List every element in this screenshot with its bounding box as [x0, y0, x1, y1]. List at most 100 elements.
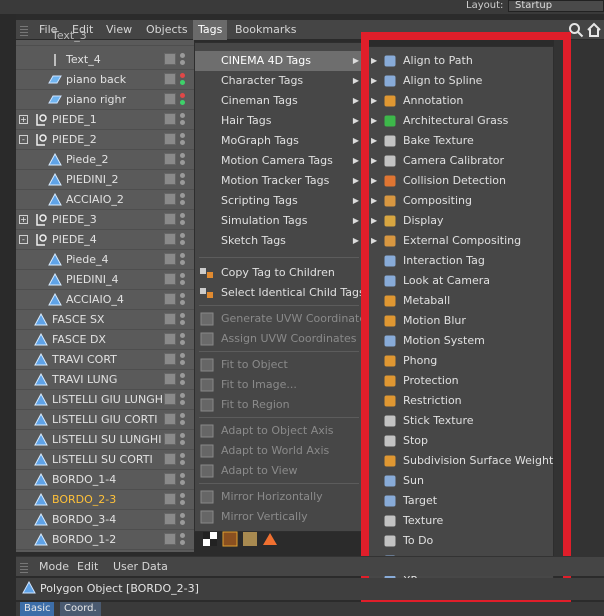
expand-toggle[interactable]: +	[19, 215, 28, 224]
layer-box[interactable]	[164, 293, 176, 305]
object-row[interactable]: BORDO_2-3	[16, 490, 194, 510]
visibility-dots[interactable]	[180, 433, 186, 447]
object-row[interactable]: ACCIAIO_2	[16, 190, 194, 210]
layer-box[interactable]	[164, 493, 176, 505]
menu-item-hair-tags[interactable]: Hair Tags ▶	[195, 111, 363, 131]
layer-box[interactable]	[164, 193, 176, 205]
menu-item-adapt-object-axis[interactable]: Adapt to Object Axis	[195, 421, 363, 441]
menu-item-mirror-vertically[interactable]: Mirror Vertically	[195, 507, 363, 527]
layer-box[interactable]	[164, 213, 176, 225]
menu-item-motion-camera-tags[interactable]: Motion Camera Tags ▶	[195, 151, 363, 171]
object-row[interactable]: PIEDINI_4	[16, 270, 194, 290]
visibility-dots[interactable]	[180, 473, 186, 487]
visibility-dots[interactable]	[180, 313, 186, 327]
layer-box[interactable]	[164, 153, 176, 165]
layer-box[interactable]	[164, 93, 176, 105]
layer-box[interactable]	[164, 413, 176, 425]
object-row[interactable]: TRAVI CORT	[16, 350, 194, 370]
visibility-dots[interactable]	[180, 193, 186, 207]
object-row[interactable]: ACCIAIO_4	[16, 290, 194, 310]
object-row[interactable]: TRAVI LUNG	[16, 370, 194, 390]
object-row[interactable]: piano back	[16, 70, 194, 90]
object-row[interactable]: + PIEDE_3	[16, 210, 194, 230]
warning-tag-icon[interactable]	[262, 531, 278, 547]
menu-item-character-tags[interactable]: Character Tags ▶	[195, 71, 363, 91]
menu-item-adapt-world-axis[interactable]: Adapt to World Axis	[195, 441, 363, 461]
visibility-dots[interactable]	[180, 513, 186, 527]
visibility-dots[interactable]	[180, 133, 186, 147]
tab-basic[interactable]: Basic	[20, 602, 55, 616]
menu-edit[interactable]: Edit	[72, 557, 103, 577]
visibility-dots[interactable]	[180, 93, 186, 107]
visibility-dots[interactable]	[180, 213, 186, 227]
menu-item-scripting-tags[interactable]: Scripting Tags ▶	[195, 191, 363, 211]
layer-box[interactable]	[164, 233, 176, 245]
object-row[interactable]: + PIEDE_1	[16, 110, 194, 130]
object-row[interactable]: Text_4	[16, 50, 194, 70]
object-row[interactable]: Piede_2	[16, 150, 194, 170]
menu-user-data[interactable]: User Data	[108, 557, 173, 577]
phong-tag-icon[interactable]	[202, 531, 218, 547]
menu-item-fit-to-image[interactable]: Fit to Image...	[195, 375, 363, 395]
menu-item-mirror-horizontally[interactable]: Mirror Horizontally	[195, 487, 363, 507]
menu-item-select-identical-child-tags[interactable]: Select Identical Child Tags	[195, 283, 365, 303]
visibility-dots[interactable]	[180, 153, 186, 167]
menu-item-mograph-tags[interactable]: MoGraph Tags ▶	[195, 131, 363, 151]
layer-box[interactable]	[164, 353, 176, 365]
menu-item-fit-to-object[interactable]: Fit to Object	[195, 355, 363, 375]
menu-mode[interactable]: Mode	[34, 557, 74, 577]
visibility-dots[interactable]	[180, 413, 186, 427]
home-icon[interactable]	[586, 22, 602, 38]
menu-bookmarks[interactable]: Bookmarks	[230, 20, 301, 40]
object-row[interactable]: Piede_4	[16, 250, 194, 270]
object-row[interactable]: piano righr	[16, 90, 194, 110]
menu-tags[interactable]: Tags	[193, 20, 228, 40]
material-tag-icon[interactable]	[222, 531, 238, 547]
expand-toggle[interactable]: -	[19, 135, 28, 144]
layer-box[interactable]	[164, 393, 176, 405]
grip-handle[interactable]	[20, 561, 28, 573]
object-row[interactable]: BORDO_1-4	[16, 470, 194, 490]
menu-item-sketch-tags[interactable]: Sketch Tags ▶	[195, 231, 363, 251]
visibility-dots[interactable]	[180, 293, 186, 307]
visibility-dots[interactable]	[180, 53, 186, 67]
menu-item-cinema-4d-tags[interactable]: CINEMA 4D Tags ▶	[195, 51, 363, 71]
object-row[interactable]: BORDO_1-2	[16, 530, 194, 550]
expand-toggle[interactable]: +	[19, 115, 28, 124]
layer-box[interactable]	[164, 133, 176, 145]
object-row[interactable]: - PIEDE_2	[16, 130, 194, 150]
visibility-dots[interactable]	[180, 353, 186, 367]
visibility-dots[interactable]	[180, 393, 186, 407]
visibility-dots[interactable]	[180, 333, 186, 347]
visibility-dots[interactable]	[180, 73, 186, 87]
layer-box[interactable]	[164, 73, 176, 85]
layer-box[interactable]	[164, 373, 176, 385]
layer-box[interactable]	[164, 253, 176, 265]
object-row[interactable]: - PIEDE_4	[16, 230, 194, 250]
visibility-dots[interactable]	[180, 453, 186, 467]
tab-coord[interactable]: Coord.	[60, 602, 101, 616]
layer-box[interactable]	[164, 473, 176, 485]
object-row[interactable]: FASCE SX	[16, 310, 194, 330]
layer-box[interactable]	[164, 53, 176, 65]
menu-item-adapt-view[interactable]: Adapt to View	[195, 461, 363, 481]
object-row[interactable]: LISTELLI GIU LUNGHI	[16, 390, 194, 410]
layer-box[interactable]	[164, 273, 176, 285]
menu-item-generate-uvw[interactable]: Generate UVW Coordinates	[195, 309, 372, 329]
visibility-dots[interactable]	[180, 273, 186, 287]
object-row[interactable]: BORDO_3-4	[16, 510, 194, 530]
object-row[interactable]: PIEDINI_2	[16, 170, 194, 190]
object-row[interactable]: LISTELLI SU CORTI	[16, 450, 194, 470]
menu-item-simulation-tags[interactable]: Simulation Tags ▶	[195, 211, 363, 231]
menu-item-motion-tracker-tags[interactable]: Motion Tracker Tags ▶	[195, 171, 363, 191]
object-row[interactable]: LISTELLI GIU CORTI	[16, 410, 194, 430]
layer-box[interactable]	[164, 433, 176, 445]
menu-item-fit-to-region[interactable]: Fit to Region	[195, 395, 363, 415]
visibility-dots[interactable]	[180, 173, 186, 187]
visibility-dots[interactable]	[180, 533, 186, 547]
visibility-dots[interactable]	[180, 113, 186, 127]
object-row[interactable]: LISTELLI SU LUNGHI	[16, 430, 194, 450]
menu-item-assign-uvw[interactable]: Assign UVW Coordinates	[195, 329, 363, 349]
expand-toggle[interactable]: -	[19, 235, 28, 244]
layer-box[interactable]	[164, 173, 176, 185]
